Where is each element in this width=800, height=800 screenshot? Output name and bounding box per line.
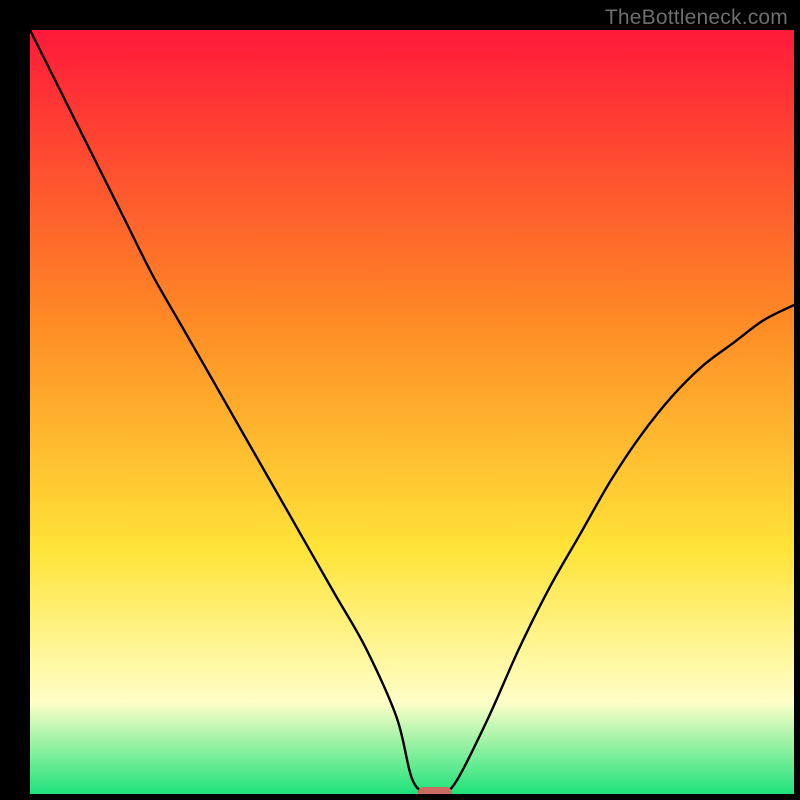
plot-area — [30, 30, 794, 794]
watermark-text: TheBottleneck.com — [605, 6, 788, 30]
chart-frame: TheBottleneck.com — [0, 0, 800, 800]
chart-svg — [30, 30, 794, 794]
gradient-background — [30, 30, 794, 794]
optimum-marker — [418, 787, 452, 794]
